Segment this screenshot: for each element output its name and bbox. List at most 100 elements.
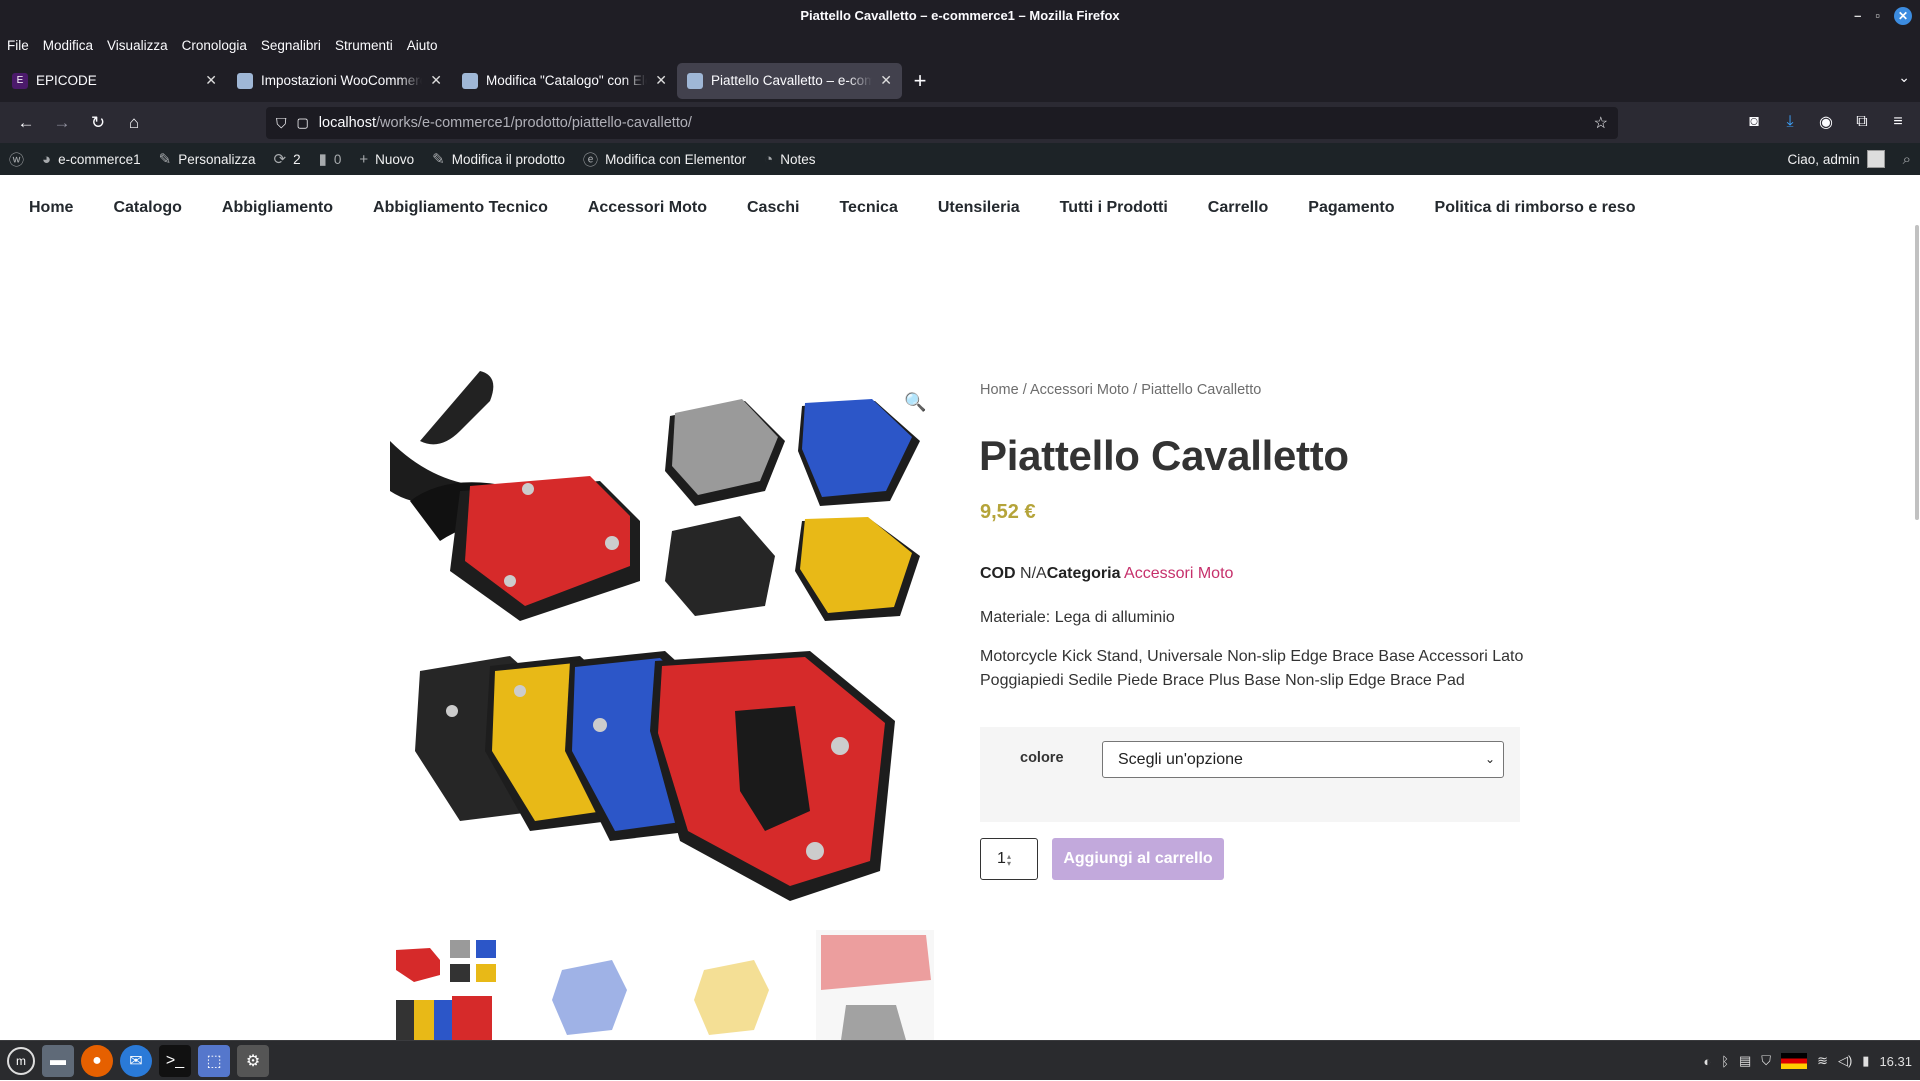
tab-list-chevron-icon[interactable]: ⌄: [1898, 69, 1910, 86]
tab-bar: E EPICODE ✕ Impostazioni WooCommerce ✕ M…: [0, 59, 1920, 102]
toolbar-right: ◙ ⤓ ◉ ⧉ ≡: [1740, 106, 1912, 138]
forward-icon[interactable]: →: [46, 107, 78, 139]
mint-menu-icon[interactable]: m: [7, 1046, 35, 1075]
nav-abbigliamento[interactable]: Abbigliamento: [222, 199, 333, 217]
bluetooth-icon[interactable]: ᛒ: [1721, 1054, 1729, 1069]
tab-elementor-catalog[interactable]: Modifica "Catalogo" con Elementor ✕: [452, 63, 677, 99]
thumbnail-4[interactable]: [816, 930, 934, 1040]
firefox-icon[interactable]: ●: [81, 1044, 113, 1077]
back-icon[interactable]: ←: [10, 107, 42, 139]
menu-bookmarks[interactable]: Segnalibri: [261, 38, 321, 53]
extensions-icon[interactable]: ⧉: [1848, 106, 1876, 138]
files-icon[interactable]: ▬: [42, 1044, 74, 1077]
close-tab-icon[interactable]: ✕: [205, 72, 217, 89]
nav-politica-rimborso[interactable]: Politica di rimborso e reso: [1435, 199, 1636, 217]
close-tab-icon[interactable]: ✕: [880, 72, 892, 89]
admin-edit-elementor-link[interactable]: ⓔ Modifica con Elementor: [574, 143, 755, 175]
thumbnail-2[interactable]: [532, 930, 650, 1040]
nav-caschi[interactable]: Caschi: [747, 199, 799, 217]
menu-tools[interactable]: Strumenti: [335, 38, 393, 53]
admin-greeting: Ciao, admin: [1787, 151, 1860, 167]
menu-file[interactable]: File: [7, 38, 29, 53]
nav-abbigliamento-tecnico[interactable]: Abbigliamento Tecnico: [373, 199, 548, 217]
menu-view[interactable]: Visualizza: [107, 38, 168, 53]
nav-carrello[interactable]: Carrello: [1208, 199, 1268, 217]
wp-logo-icon[interactable]: ⓦ: [0, 143, 33, 175]
new-tab-icon[interactable]: +: [902, 63, 938, 99]
nav-home[interactable]: Home: [29, 199, 73, 217]
breadcrumb-category[interactable]: Accessori Moto: [1030, 382, 1129, 398]
tab-epicode[interactable]: E EPICODE ✕: [2, 63, 227, 99]
tab-product-active[interactable]: Piattello Cavalletto – e-commerce1 ✕: [677, 62, 902, 99]
nav-catalogo[interactable]: Catalogo: [113, 199, 181, 217]
menu-help[interactable]: Aiuto: [407, 38, 438, 53]
reload-icon[interactable]: ↻: [82, 107, 114, 139]
nav-pagamento[interactable]: Pagamento: [1308, 199, 1394, 217]
menu-edit[interactable]: Modifica: [43, 38, 93, 53]
pocket-icon[interactable]: ◙: [1740, 106, 1768, 138]
admin-new-link[interactable]: + Nuovo: [350, 143, 423, 175]
admin-account-link[interactable]: Ciao, admin: [1779, 143, 1894, 175]
add-to-cart-button[interactable]: Aggiungi al carrello: [1052, 838, 1224, 880]
page-info-icon[interactable]: ▢: [297, 115, 309, 131]
speech-bubble-icon: ◔: [764, 150, 774, 168]
variations-form: colore Scegli un'opzione ⌄: [980, 727, 1520, 822]
restore-icon[interactable]: ▫: [1875, 8, 1880, 23]
admin-edit-product-link[interactable]: ✎ Modifica il prodotto: [423, 143, 574, 175]
chevron-down-icon: ⌄: [1484, 752, 1495, 766]
wifi-icon[interactable]: ≋: [1817, 1053, 1828, 1069]
nav-accessori-moto[interactable]: Accessori Moto: [588, 199, 707, 217]
battery-icon[interactable]: ▮: [1862, 1053, 1869, 1069]
terminal-icon[interactable]: >_: [159, 1044, 191, 1077]
tab-woocommerce-settings[interactable]: Impostazioni WooCommerce ✕: [227, 63, 452, 99]
admin-search-icon[interactable]: ⌕: [1894, 143, 1920, 175]
admin-notes-link[interactable]: ◔ Notes: [755, 143, 824, 175]
thumbnail-image: [390, 930, 508, 1040]
color-select[interactable]: Scegli un'opzione ⌄: [1102, 741, 1504, 778]
comment-icon: ▮: [318, 151, 327, 168]
color-select-value: Scegli un'opzione: [1118, 750, 1243, 768]
nav-tutti-i-prodotti[interactable]: Tutti i Prodotti: [1060, 199, 1168, 217]
thumbnail-1[interactable]: [390, 930, 508, 1040]
shield-tray-icon[interactable]: ⛉: [1761, 1053, 1771, 1069]
nav-tecnica[interactable]: Tecnica: [839, 199, 897, 217]
product-main-image[interactable]: [390, 371, 948, 921]
category-link[interactable]: Accessori Moto: [1124, 565, 1233, 582]
quantity-spinner-icon[interactable]: ▴ ▾: [1007, 853, 1011, 868]
close-tab-icon[interactable]: ✕: [430, 72, 442, 89]
minimize-icon[interactable]: –: [1854, 8, 1861, 23]
zoom-magnifier-icon[interactable]: 🔍: [904, 392, 928, 416]
admin-comments-link[interactable]: ▮ 0: [310, 143, 351, 175]
clock[interactable]: 16.31: [1879, 1054, 1912, 1069]
shield-icon[interactable]: ⛉: [276, 115, 287, 132]
home-icon[interactable]: ⌂: [118, 107, 150, 139]
admin-updates-link[interactable]: ⟳ 2: [264, 143, 309, 175]
breadcrumb: Home / Accessori Moto / Piattello Cavall…: [980, 382, 1261, 398]
volume-icon[interactable]: ◁): [1838, 1053, 1852, 1069]
menu-bar: File Modifica Visualizza Cronologia Segn…: [0, 31, 1920, 59]
download-icon[interactable]: ⤓: [1776, 106, 1804, 138]
close-window-icon[interactable]: ✕: [1894, 6, 1912, 25]
screenshot-icon[interactable]: ⬚: [198, 1044, 230, 1077]
admin-customize-link[interactable]: ✎ Personalizza: [150, 143, 265, 175]
quantity-input[interactable]: 1 ▴ ▾: [980, 838, 1038, 880]
bookmark-star-icon[interactable]: ☆: [1594, 113, 1608, 133]
breadcrumb-home[interactable]: Home: [980, 382, 1019, 398]
keyboard-layout-flag-icon[interactable]: [1781, 1053, 1808, 1069]
admin-site-link[interactable]: ◕ e-commerce1: [33, 143, 150, 175]
close-tab-icon[interactable]: ✕: [655, 72, 667, 89]
tab-label: EPICODE: [36, 73, 97, 88]
hamburger-menu-icon[interactable]: ≡: [1884, 106, 1912, 138]
thunderbird-icon[interactable]: ✉: [120, 1044, 152, 1077]
account-icon[interactable]: ◉: [1812, 106, 1840, 138]
comments-count: 0: [333, 151, 342, 167]
menu-history[interactable]: Cronologia: [182, 38, 247, 53]
url-bar[interactable]: ⛉ ▢ localhost/works/e-commerce1/prodotto…: [266, 107, 1618, 139]
window-controls: – ▫ ✕: [1854, 0, 1912, 31]
clipboard-icon[interactable]: ▤: [1739, 1053, 1751, 1069]
page-scrollbar[interactable]: [1915, 225, 1919, 520]
nav-utensileria[interactable]: Utensileria: [938, 199, 1020, 217]
thumbnail-3[interactable]: [674, 930, 792, 1040]
settings-gear-icon[interactable]: ⚙: [237, 1044, 269, 1077]
discord-icon[interactable]: ◐: [1703, 1054, 1711, 1069]
